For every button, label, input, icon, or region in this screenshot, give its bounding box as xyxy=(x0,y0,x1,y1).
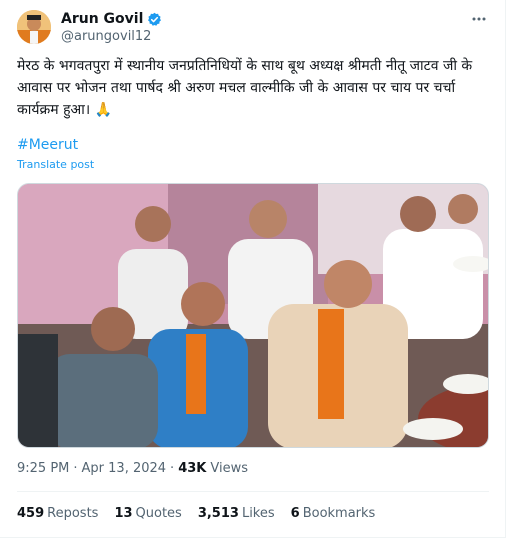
author-avatar[interactable] xyxy=(17,10,51,44)
meta-separator-2: · xyxy=(170,461,175,476)
engagement-stats: 459 Reposts 13 Quotes 3,513 Likes 6 Bookmark… xyxy=(17,506,375,521)
verified-badge-icon xyxy=(147,12,162,27)
likes-stat[interactable]: 3,513 Likes xyxy=(198,506,275,521)
author-name-row: Arun Govil xyxy=(61,10,162,28)
reposts-count: 459 xyxy=(17,506,45,521)
bookmarks-label: Bookmarks xyxy=(302,506,376,521)
divider xyxy=(17,491,489,492)
meta-separator: · xyxy=(73,461,78,476)
tweet-time[interactable]: 9:25 PM xyxy=(17,461,69,476)
quotes-count: 13 xyxy=(114,506,133,521)
tweet-card: Arun Govil @arungovil12 मेरठ के भगवतपुरा… xyxy=(0,0,506,538)
tweet-media-photo[interactable] xyxy=(17,183,489,448)
author-handle[interactable]: @arungovil12 xyxy=(61,29,151,45)
more-dots-icon[interactable] xyxy=(471,11,487,27)
hashtag-link[interactable]: #Meerut xyxy=(17,137,78,153)
likes-label: Likes xyxy=(241,506,275,521)
quotes-stat[interactable]: 13 Quotes xyxy=(114,506,181,521)
tweet-date[interactable]: Apr 13, 2024 xyxy=(82,461,167,476)
reposts-stat[interactable]: 459 Reposts xyxy=(17,506,98,521)
tweet-text: मेरठ के भगवतपुरा में स्थानीय जनप्रतिनिधि… xyxy=(17,58,473,118)
likes-count: 3,513 xyxy=(197,506,239,521)
views-count: 43K xyxy=(178,461,207,476)
bookmarks-stat[interactable]: 6 Bookmarks xyxy=(291,506,376,521)
quotes-label: Quotes xyxy=(135,506,182,521)
translate-post-link[interactable]: Translate post xyxy=(17,158,94,171)
author-display-name[interactable]: Arun Govil xyxy=(61,10,143,28)
tweet-meta: 9:25 PM · Apr 13, 2024 · 43K Views xyxy=(17,461,248,476)
bookmarks-count: 6 xyxy=(290,506,300,521)
views-label: Views xyxy=(210,461,248,476)
reposts-label: Reposts xyxy=(47,506,99,521)
